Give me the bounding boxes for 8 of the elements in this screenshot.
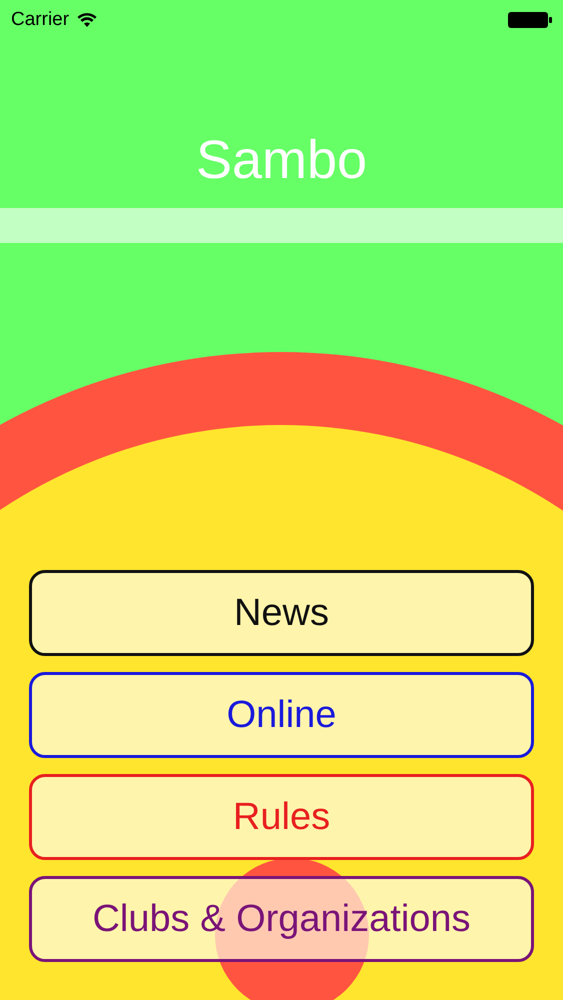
menu-button[interactable]: Rules — [29, 774, 534, 860]
menu-button[interactable]: News — [29, 570, 534, 656]
menu-button[interactable]: Clubs & Organizations — [29, 876, 534, 962]
app-title: Sambo — [196, 129, 368, 192]
carrier-label: Carrier — [11, 8, 70, 32]
battery-icon — [508, 11, 552, 29]
wifi-icon — [77, 12, 98, 28]
menu-button[interactable]: Online — [29, 672, 534, 758]
